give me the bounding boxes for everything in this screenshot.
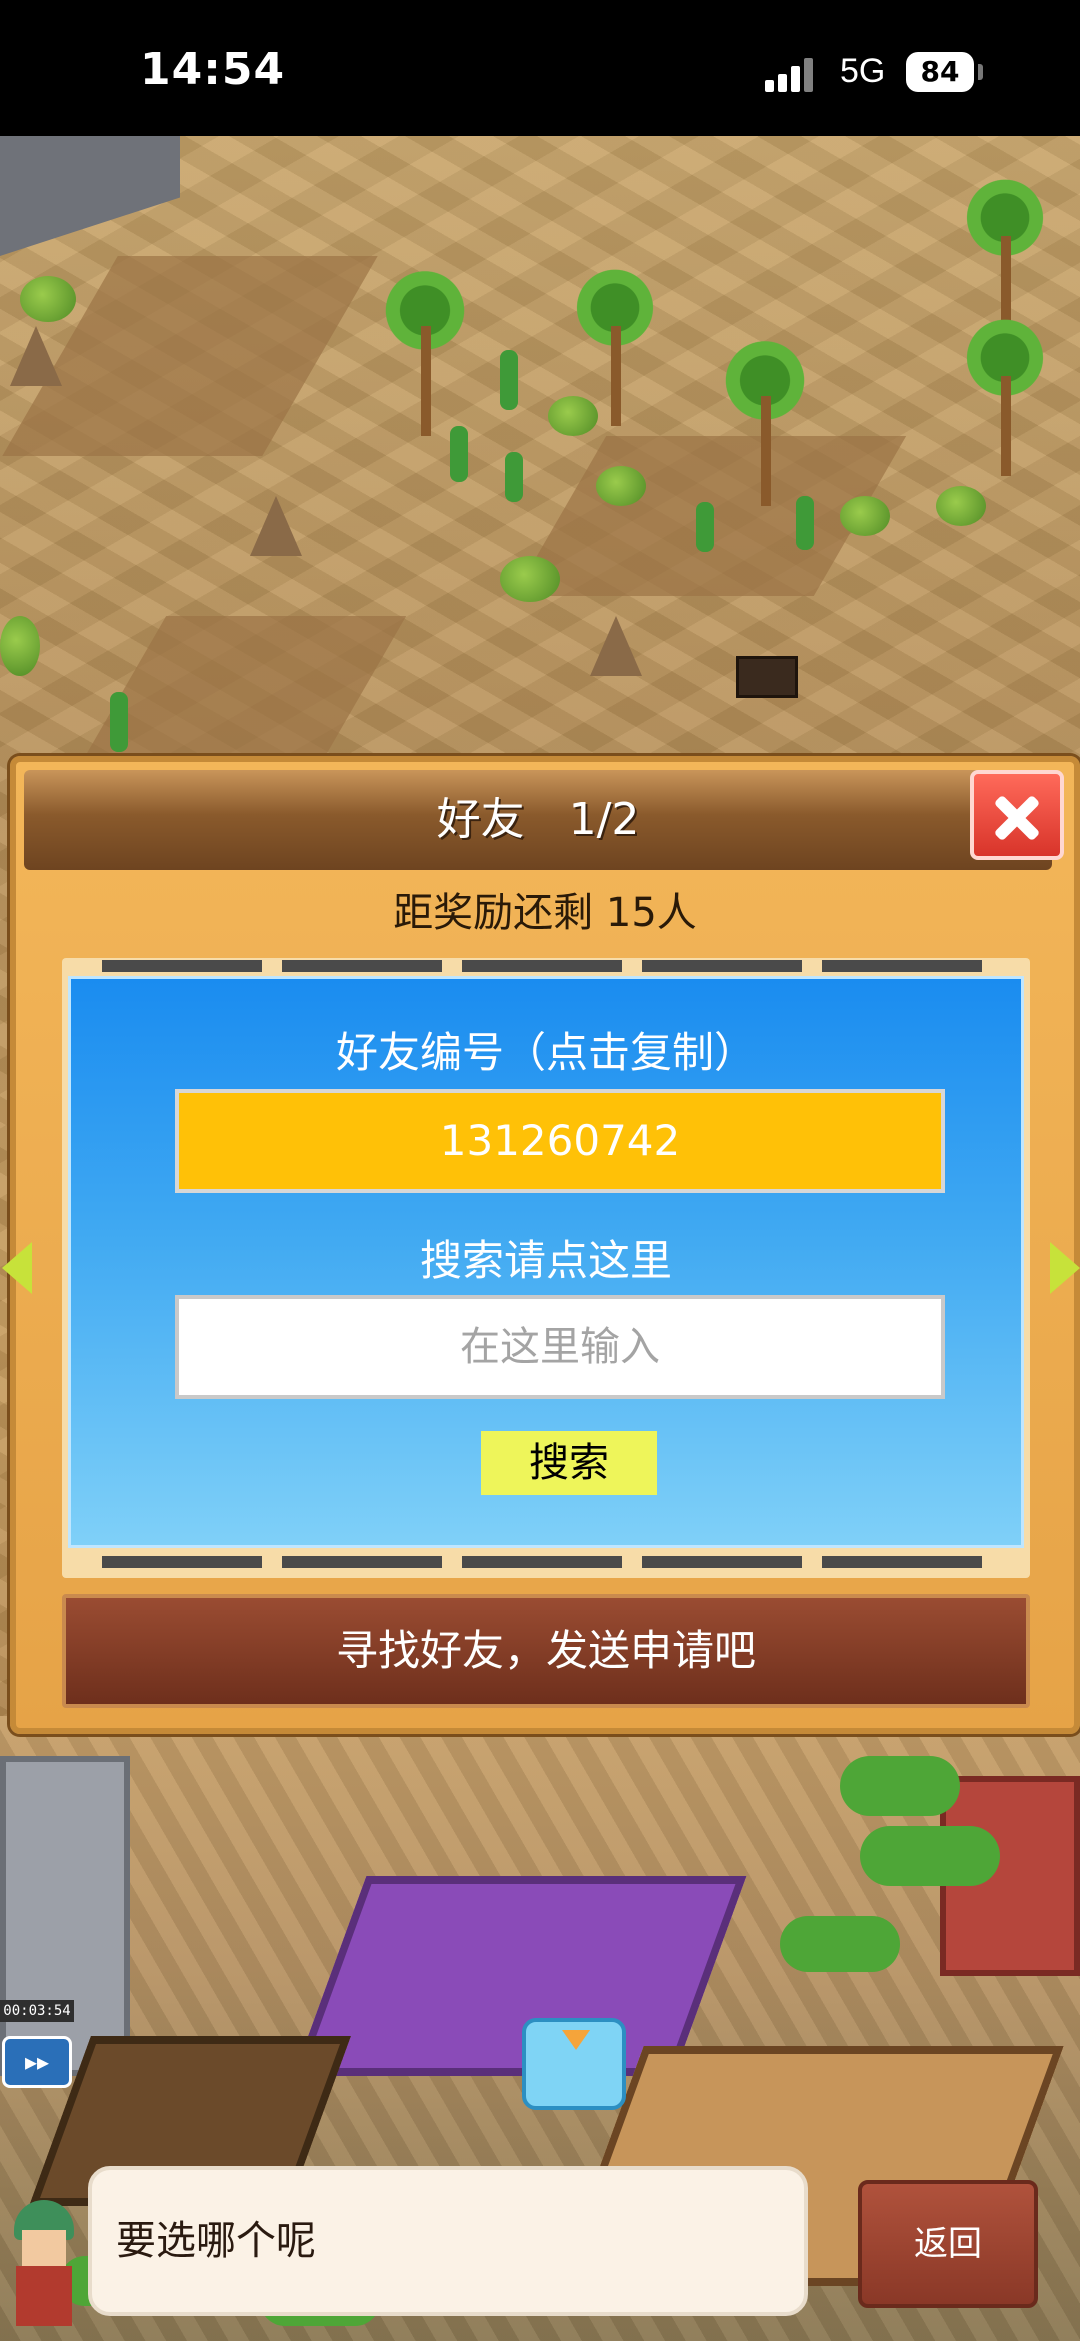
bush — [548, 396, 598, 436]
network-type: 5G — [840, 52, 886, 90]
friend-code-copy-button[interactable]: 131260742 — [175, 1089, 945, 1193]
bush — [936, 486, 986, 526]
tab-slot — [822, 1556, 982, 1568]
hint-bubble-icon[interactable] — [522, 2018, 626, 2110]
bush — [500, 556, 560, 602]
tower-building[interactable] — [0, 1756, 130, 2076]
tab-slot — [282, 1556, 442, 1568]
friend-code-frame: 好友编号（点击复制） 131260742 搜索请点这里 在这里输入 搜索 — [62, 958, 1030, 1578]
search-input[interactable]: 在这里输入 — [175, 1295, 945, 1399]
message-box: 要选哪个呢 — [88, 2166, 808, 2316]
arrow-right-icon[interactable] — [1050, 1242, 1080, 1294]
cactus — [696, 502, 714, 552]
cactus — [110, 692, 128, 752]
signal-icon — [765, 56, 821, 92]
tab-slot — [102, 1556, 262, 1568]
bush — [840, 496, 890, 536]
friend-dialog: 好友 1/2 距奖励还剩 15人 好友编号（点击复制） 131260742 搜索… — [2, 756, 1080, 1734]
status-bar: 14:54 5G 84 — [0, 0, 1080, 136]
find-friends-button[interactable]: 寻找好友，发送申请吧 — [62, 1594, 1030, 1708]
bush — [20, 276, 76, 322]
character-avatar — [4, 2200, 84, 2330]
cactus — [796, 496, 814, 550]
tab-slot — [642, 960, 802, 972]
tab-slot — [282, 960, 442, 972]
fast-forward-icon[interactable]: ▸▸ — [2, 2036, 72, 2088]
dialog-header: 好友 1/2 — [24, 770, 1052, 870]
hedge — [860, 1826, 1000, 1886]
palm-tree — [380, 256, 470, 436]
arrow-left-icon[interactable] — [2, 1242, 32, 1294]
cactus — [505, 452, 523, 502]
hedge — [840, 1756, 960, 1816]
down-arrow-icon — [562, 2030, 590, 2050]
bush — [596, 466, 646, 506]
search-button[interactable]: 搜索 — [481, 1431, 657, 1495]
friend-code-label: 好友编号（点击复制） — [335, 1028, 756, 1077]
cactus — [450, 426, 468, 482]
search-label: 搜索请点这里 — [419, 1236, 672, 1285]
cactus — [500, 350, 518, 410]
palm-tree — [960, 306, 1050, 476]
back-button[interactable]: 返回 — [858, 2180, 1038, 2308]
status-time: 14:54 — [140, 44, 286, 95]
treasure-chest[interactable] — [736, 656, 798, 698]
tab-slot — [462, 960, 622, 972]
tab-slot — [102, 960, 262, 972]
bush — [0, 616, 40, 676]
dialog-title: 好友 1/2 — [436, 794, 640, 845]
battery-tip — [978, 64, 983, 80]
rock — [250, 496, 302, 556]
map-edge — [0, 136, 180, 256]
tab-slot — [642, 1556, 802, 1568]
build-timer: 00:03:54 — [0, 2000, 74, 2022]
rock — [590, 616, 642, 676]
tab-slot — [462, 1556, 622, 1568]
battery-icon: 84 — [906, 52, 974, 92]
close-icon[interactable] — [970, 770, 1064, 860]
rock — [10, 326, 62, 386]
reward-remaining-text: 距奖励还剩 15人 — [393, 890, 697, 936]
hedge — [780, 1916, 900, 1972]
friend-panel: 好友编号（点击复制） 131260742 搜索请点这里 在这里输入 搜索 — [68, 976, 1024, 1548]
palm-tree — [720, 326, 810, 506]
tab-slot — [822, 960, 982, 972]
